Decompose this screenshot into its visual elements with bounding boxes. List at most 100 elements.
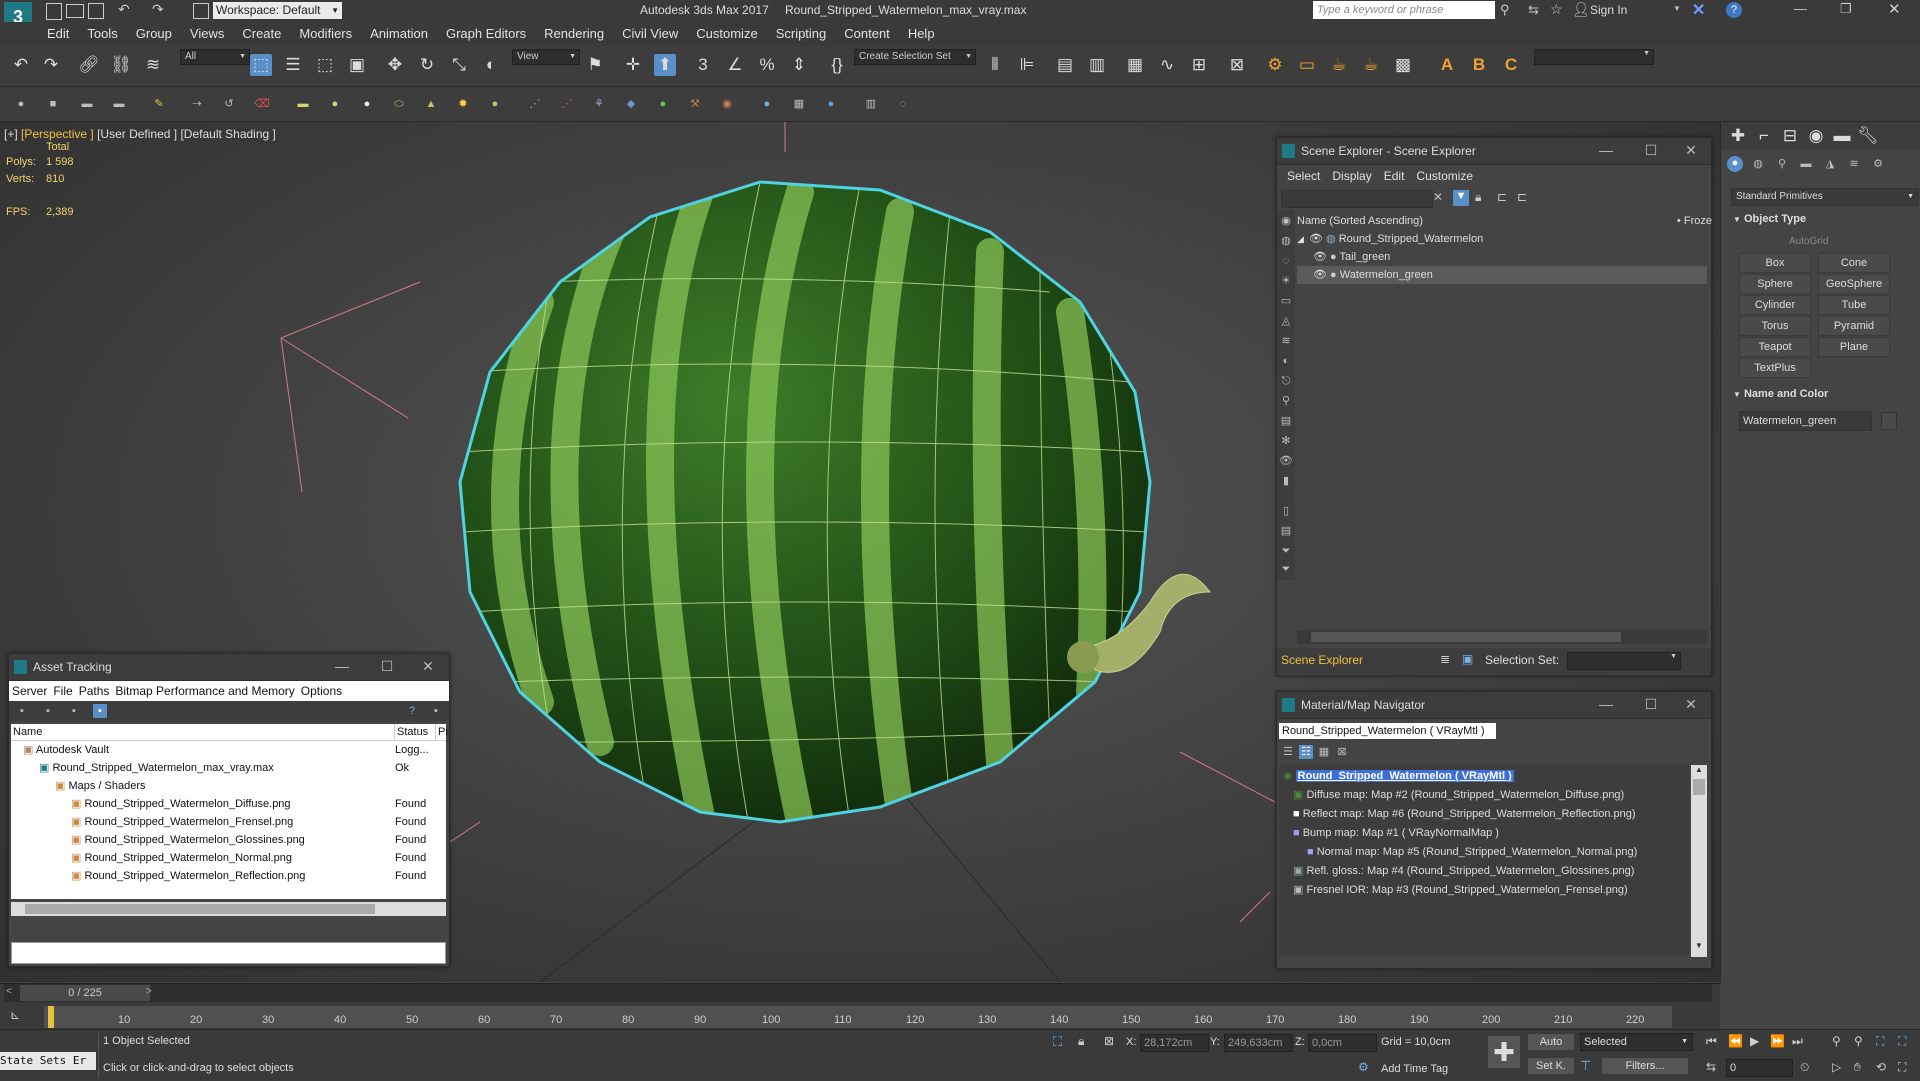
scene-explorer-footer-label[interactable]: Scene Explorer — [1281, 653, 1363, 667]
unlink-icon[interactable]: ⛓︎ — [110, 54, 132, 76]
geometry-icon[interactable]: ◍ — [1279, 234, 1293, 248]
column-header-frozen[interactable]: • Froze — [1677, 212, 1712, 230]
box-button[interactable]: Box — [1739, 253, 1811, 273]
close-icon[interactable]: ✕ — [1433, 190, 1443, 204]
go-to-start-icon[interactable]: ⏮ — [1706, 1034, 1717, 1049]
menu-file[interactable]: File — [50, 681, 75, 701]
bone-icon[interactable]: ⚲ — [1279, 394, 1293, 408]
material-root-row[interactable]: ◉ Round_Stripped_Watermelon ( VRayMtl ) — [1283, 767, 1514, 785]
pyramid-button[interactable]: Pyramid — [1818, 316, 1890, 336]
star-icon[interactable]: ☆ — [1550, 1, 1563, 18]
scene-icon[interactable]: ▣ — [1462, 652, 1473, 666]
tube-button[interactable]: Tube — [1818, 295, 1890, 315]
menu-options[interactable]: Options — [298, 681, 345, 701]
schematic-view-icon[interactable]: ⊞ — [1188, 54, 1210, 76]
cone-icon[interactable]: ▲ — [424, 97, 438, 111]
camera-icon[interactable]: ▬ — [1799, 157, 1813, 171]
tool-icon[interactable]: ⌫ — [254, 97, 270, 111]
torus-icon[interactable]: ⬭ — [392, 97, 406, 111]
helper-icon[interactable]: ◮ — [1823, 157, 1837, 171]
pan-view-icon[interactable]: ✋︎ — [1854, 1060, 1861, 1075]
x-coordinate-field[interactable]: 28,172cm — [1140, 1034, 1209, 1052]
autogrid-checkbox[interactable]: AutoGrid — [1789, 236, 1828, 247]
menu-animation[interactable]: Animation — [361, 22, 437, 41]
filters-button[interactable]: Filters... — [1602, 1058, 1688, 1074]
page-icon[interactable]: ▯ — [1279, 504, 1293, 518]
lock-icon[interactable]: 🔒︎ — [1078, 1034, 1084, 1049]
group-icon[interactable]: ◐ — [1279, 354, 1293, 368]
list-icons-view-icon[interactable]: ☷ — [1299, 745, 1313, 759]
tool-icon[interactable]: ↺ — [222, 97, 236, 111]
hierarchy-icon[interactable]: ⊏ — [1517, 190, 1527, 204]
workspace-dropdown[interactable]: Workspace: Default ▼ — [213, 2, 342, 19]
close-button[interactable]: ✕ — [1676, 692, 1706, 718]
tool-icon[interactable]: ⇢ — [190, 97, 204, 111]
asset-path-field[interactable] — [11, 942, 446, 964]
minimize-button[interactable]: — — [1591, 138, 1621, 164]
tool-icon[interactable]: ⚒ — [688, 97, 702, 111]
minimize-button[interactable]: — — [1794, 1, 1807, 16]
filter-icon[interactable]: ⏷ — [1279, 544, 1293, 558]
table-row[interactable]: ▣ Round_Stripped_Watermelon_Diffuse.png … — [71, 795, 443, 813]
reference-coordinate-dropdown[interactable]: View ▼ — [512, 49, 580, 65]
edit-named-selection-icon[interactable]: {} — [826, 54, 848, 76]
material-editor-icon[interactable]: ⊠ — [1226, 54, 1248, 76]
page-icon[interactable]: ▮ — [1279, 474, 1293, 488]
display-all-icon[interactable]: ◉ — [1279, 214, 1293, 228]
menu-graph-editors[interactable]: Graph Editors — [437, 22, 535, 41]
object-color-swatch[interactable] — [1881, 412, 1897, 430]
scroll-thumb[interactable] — [25, 904, 375, 914]
toolbar-extra-dropdown[interactable]: ▼ — [1534, 49, 1654, 65]
tool-icon[interactable]: ▪ — [67, 704, 81, 718]
menu-content[interactable]: Content — [835, 22, 899, 41]
tool-icon[interactable]: ● — [824, 97, 838, 111]
bar-icon[interactable]: ▬ — [112, 97, 126, 111]
sphere-icon[interactable]: ● — [328, 97, 342, 111]
asset-tracking-titlebar[interactable]: Asset Tracking — ☐ ✕ — [9, 654, 449, 681]
object-name-field[interactable]: Watermelon_green — [1739, 411, 1872, 431]
timeline[interactable]: < 0 / 225 > ⊾ 10 20 30 40 50 60 70 80 90… — [0, 983, 1720, 1030]
camera-icon[interactable]: ▭ — [1279, 294, 1293, 308]
tree-child-row-selected[interactable]: 👁︎ ● Watermelon_green — [1297, 266, 1707, 284]
textplus-button[interactable]: TextPlus — [1739, 358, 1811, 378]
vray-c-icon[interactable]: C — [1500, 54, 1522, 76]
menu-tools[interactable]: Tools — [78, 22, 126, 41]
tool-icon[interactable]: ▪ — [93, 704, 107, 718]
snaps-toggle-icon[interactable]: 3 — [692, 54, 714, 76]
render-in-cloud-icon[interactable]: ▩ — [1392, 54, 1414, 76]
rotate-icon[interactable]: ↻ — [416, 54, 438, 76]
tool-icon[interactable]: ▪ — [429, 704, 443, 718]
toggle-ribbon-icon[interactable]: ▦ — [1124, 54, 1146, 76]
geosphere-button[interactable]: GeoSphere — [1818, 274, 1890, 294]
dot-icon[interactable]: ● — [14, 97, 28, 111]
render-iterative-icon[interactable]: ☕︎ — [1360, 54, 1382, 76]
user-icon[interactable]: 👤︎ — [1572, 1, 1590, 18]
scene-explorer-search[interactable] — [1281, 190, 1433, 208]
column-header-name[interactable]: Name (Sorted Ascending) — [1297, 212, 1423, 230]
sphere-button[interactable]: Sphere — [1739, 274, 1811, 294]
tree-child-row[interactable]: 👁︎ ● Tail_green — [1313, 248, 1707, 266]
percent-snap-icon[interactable]: % — [756, 54, 778, 76]
zoom-extents-all-icon[interactable]: ⛶ — [1898, 1034, 1906, 1049]
menu-create[interactable]: Create — [233, 22, 290, 41]
current-frame-field[interactable]: 0 — [1726, 1059, 1793, 1077]
name-color-rollout-header[interactable]: ▼ Name and Color — [1733, 388, 1828, 400]
help-icon[interactable]: ? — [405, 704, 419, 718]
set-key-button[interactable]: Set K. — [1528, 1058, 1574, 1074]
close-button[interactable]: ✕ — [1888, 0, 1901, 18]
binoculars-icon[interactable]: ⚲ — [1500, 2, 1510, 18]
light-icon[interactable]: ⚲ — [1775, 157, 1789, 171]
vray-a-icon[interactable]: A — [1436, 54, 1458, 76]
object-type-rollout-header[interactable]: ▼ Object Type — [1733, 213, 1806, 225]
sphere-icon[interactable]: ● — [360, 97, 374, 111]
current-material-field[interactable]: Round_Stripped_Watermelon ( VRayMtl ) — [1279, 723, 1496, 739]
table-row[interactable]: ▣ Autodesk Vault Logg... — [23, 741, 443, 759]
modify-tab-icon[interactable]: ⌐ — [1753, 125, 1775, 147]
create-tab-icon[interactable]: ✚ — [1727, 125, 1749, 147]
helper-icon[interactable]: ◬ — [1279, 314, 1293, 328]
plane-button[interactable]: Plane — [1818, 337, 1890, 357]
menu-civil-view[interactable]: Civil View — [613, 22, 687, 41]
map-row[interactable]: ▣ Diffuse map: Map #2 (Round_Stripped_Wa… — [1293, 786, 1624, 804]
teapot-button[interactable]: Teapot — [1739, 337, 1811, 357]
maximize-viewport-icon[interactable]: ⛶ — [1898, 1060, 1906, 1075]
